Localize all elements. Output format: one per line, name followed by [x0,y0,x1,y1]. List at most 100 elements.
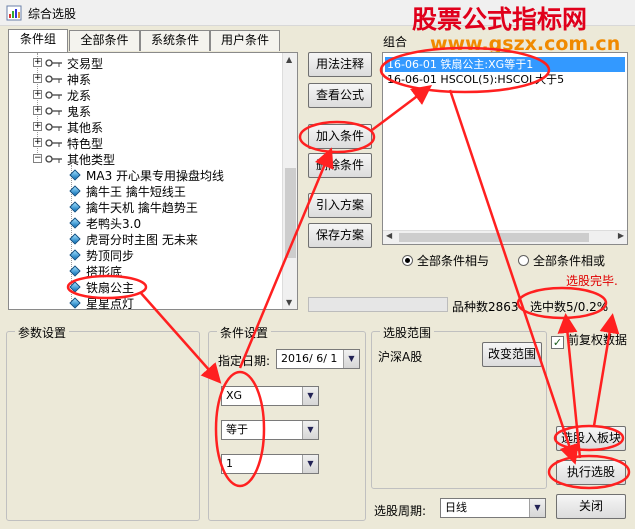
tree-leaf-selected[interactable]: 铁扇公主 [9,279,279,295]
chevron-down-icon[interactable]: ▼ [343,350,359,368]
import-plan-button[interactable]: 引入方案 [308,193,372,218]
combo-item[interactable]: 16-06-01 铁扇公主:XG等于1 [385,57,625,72]
tree-node[interactable]: + 龙系 [9,87,279,103]
condition-settings-title: 条件设置 [217,324,272,341]
tree-leaf-label: 势顶同步 [86,249,135,263]
total-count-value: 2863 [488,300,519,314]
select-to-board-button[interactable]: 选股入板块 [556,426,626,451]
combo-hscrollbar[interactable]: ◀ ▶ [383,230,627,244]
tab-user-conditions[interactable]: 用户条件 [210,30,280,51]
expand-plus-icon[interactable]: + [33,122,42,131]
scroll-down-icon[interactable]: ▼ [286,298,292,307]
formula-diamond-icon [69,297,81,309]
key-icon [45,91,62,99]
range-value: 沪深A股 [378,350,423,364]
selected-count-label: 选中数 [530,300,567,314]
scroll-left-icon[interactable]: ◀ [386,231,392,240]
period-select[interactable]: 日线 ▼ [440,498,546,518]
tree-leaf[interactable]: MA3 开心果专用操盘均线 [9,167,279,183]
key-icon [45,123,62,131]
tree-leaf[interactable]: 擒牛天机 擒牛趋势王 [9,199,279,215]
date-picker[interactable]: 2016/ 6/ 1 ▼ [276,349,360,369]
collapse-minus-icon[interactable]: − [33,154,42,163]
radio-label: 全部条件相或 [533,254,606,268]
param-group: 参数设置 [6,324,200,521]
total-count-label: 品种数 [452,300,489,314]
view-formula-button[interactable]: 查看公式 [308,83,372,108]
tree-node-label: 其他系 [67,121,104,135]
total-count: 品种数2863 [452,298,519,315]
tab-system-conditions[interactable]: 系统条件 [140,30,210,51]
expand-plus-icon[interactable]: + [33,90,42,99]
checkmark-icon[interactable]: ✓ [551,336,564,349]
expand-plus-icon[interactable]: + [33,138,42,147]
close-button[interactable]: 关闭 [556,494,626,519]
tree-node[interactable]: + 其他系 [9,119,279,135]
formula-diamond-icon [69,249,81,261]
field-select-1[interactable]: XG ▼ [221,386,319,406]
tree-leaf[interactable]: 擒牛王 擒牛短线王 [9,183,279,199]
chevron-down-icon[interactable]: ▼ [529,499,545,517]
radio-dot-icon [402,255,413,266]
change-range-button[interactable]: 改变范围 [482,342,542,367]
expand-plus-icon[interactable]: + [33,106,42,115]
date-value: 2016/ 6/ 1 [281,352,338,365]
tree-node[interactable]: + 神系 [9,71,279,87]
formula-diamond-icon [69,201,81,213]
tree-node-label: 鬼系 [67,105,92,119]
add-condition-button[interactable]: 加入条件 [308,124,372,149]
tree-node[interactable]: + 特色型 [9,135,279,151]
tree-leaf[interactable]: 星星点灯 [9,295,279,309]
formula-diamond-icon [69,281,81,293]
radio-all-and[interactable]: 全部条件相与 [402,252,489,269]
save-plan-button[interactable]: 保存方案 [308,223,372,248]
chevron-down-icon[interactable]: ▼ [302,421,318,439]
tree-leaf[interactable]: 势顶同步 [9,247,279,263]
key-icon [45,155,62,163]
app-icon [6,5,22,21]
tree-leaf[interactable]: 搭形底 [9,263,279,279]
key-icon [45,59,62,67]
rights-checkbox[interactable]: ✓ 前复权数据 [551,331,627,349]
formula-diamond-icon [69,169,81,181]
scroll-up-icon[interactable]: ▲ [286,55,292,64]
condition-tree[interactable]: + 交易型 + 神系 + 龙系 + 鬼系 + 其他系 + 特色型 − 其他类型 … [8,52,298,310]
window-title: 综合选股 [28,7,77,21]
expand-plus-icon[interactable]: + [33,74,42,83]
tree-scrollbar[interactable]: ▲ ▼ [282,53,297,309]
radio-label: 全部条件相与 [417,254,490,268]
field-select-1-value: XG [226,389,243,402]
execute-select-button[interactable]: 执行选股 [556,460,626,485]
tree-node[interactable]: + 鬼系 [9,103,279,119]
formula-diamond-icon [69,233,81,245]
chevron-down-icon[interactable]: ▼ [302,455,318,473]
formula-diamond-icon [69,217,81,229]
chevron-down-icon[interactable]: ▼ [302,387,318,405]
range-group-title: 选股范围 [380,324,435,341]
key-icon [45,75,62,83]
tree-leaf-label: MA3 开心果专用操盘均线 [86,169,225,183]
tab-all-conditions[interactable]: 全部条件 [69,30,140,51]
combo-condition-list[interactable]: 16-06-01 铁扇公主:XG等于1 16-06-01 HSCOL(5):HS… [382,52,628,245]
expand-plus-icon[interactable]: + [33,58,42,67]
combo-item[interactable]: 16-06-01 HSCOL(5):HSCOL大于5 [385,72,564,87]
scroll-right-icon[interactable]: ▶ [618,231,624,240]
tree-leaf[interactable]: 老鸭头3.0 [9,215,279,231]
field-select-3[interactable]: 1 ▼ [221,454,319,474]
radio-all-or[interactable]: 全部条件相或 [518,252,605,269]
tree-node[interactable]: + 交易型 [9,55,279,71]
scrollbar-thumb[interactable] [399,233,589,242]
tab-condition-group[interactable]: 条件组 [8,29,68,52]
selected-count-value: 5/0.2% [566,300,609,314]
selected-count: 选中数5/0.2% [530,298,608,315]
tree-node-label: 交易型 [67,57,104,71]
tree-leaf[interactable]: 虎哥分时主图 无未来 [9,231,279,247]
tree-node-label: 特色型 [67,137,104,151]
scrollbar-thumb[interactable] [285,168,296,258]
key-icon [45,139,62,147]
tree-node[interactable]: − 其他类型 [9,151,279,167]
tree-node-label: 龙系 [67,89,92,103]
field-select-2[interactable]: 等于 ▼ [221,420,319,440]
delete-condition-button[interactable]: 删除条件 [308,153,372,178]
usage-note-button[interactable]: 用法注释 [308,52,372,77]
